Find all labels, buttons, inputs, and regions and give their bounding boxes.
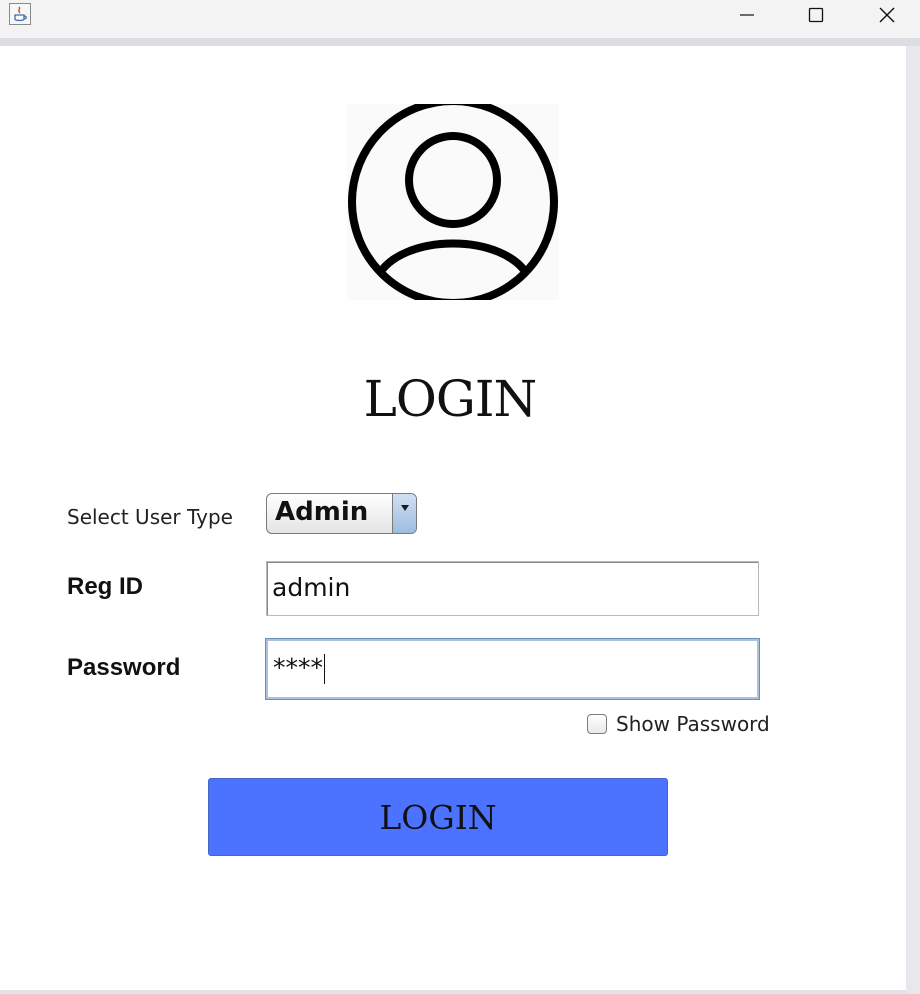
password-input[interactable]: **** <box>265 638 760 700</box>
title-bar-border <box>0 38 920 46</box>
java-app-icon[interactable] <box>9 3 31 25</box>
login-window: LOGIN Select User Type Admin Reg ID admi… <box>0 0 920 994</box>
show-password-checkbox[interactable] <box>587 714 607 734</box>
maximize-button[interactable] <box>786 0 846 30</box>
password-label: Password <box>67 654 181 681</box>
window-right-edge <box>906 46 920 994</box>
minimize-button[interactable] <box>717 0 777 30</box>
text-caret <box>324 654 325 684</box>
user-avatar-icon <box>347 97 559 307</box>
dropdown-arrow-icon[interactable] <box>392 494 416 533</box>
close-button[interactable] <box>857 0 917 30</box>
login-button[interactable]: LOGIN <box>208 778 668 856</box>
title-bar <box>0 0 920 38</box>
show-password-label[interactable]: Show Password <box>616 712 770 736</box>
login-button-label: LOGIN <box>379 797 497 837</box>
page-title: LOGIN <box>363 370 538 428</box>
reg-id-input[interactable]: admin <box>266 561 759 616</box>
minimize-icon <box>740 14 754 16</box>
reg-id-value: admin <box>272 573 351 602</box>
reg-id-label: Reg ID <box>67 573 144 600</box>
user-type-label: Select User Type <box>67 505 233 529</box>
password-value: **** <box>273 653 323 682</box>
window-bottom-edge <box>0 990 906 994</box>
user-type-select[interactable]: Admin <box>266 493 417 534</box>
maximize-icon <box>808 7 824 23</box>
user-type-value: Admin <box>275 497 369 527</box>
close-icon <box>879 7 895 23</box>
